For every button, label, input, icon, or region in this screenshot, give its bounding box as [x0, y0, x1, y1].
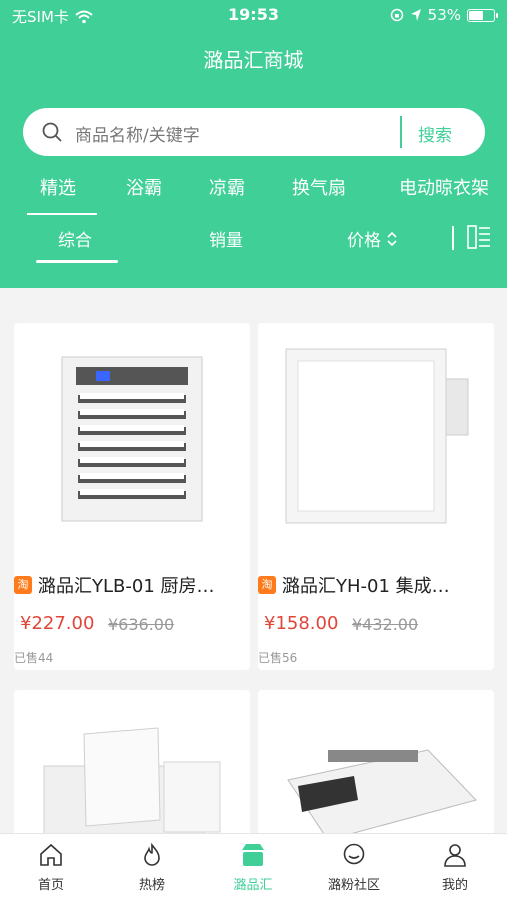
sort-comprehensive[interactable]: 综合 [58, 226, 92, 251]
tab-hot-label: 热榜 [138, 878, 165, 893]
tab-community-label: 潞粉社区 [327, 878, 380, 893]
battery-percent: 53% [427, 6, 461, 24]
list-layout-icon[interactable] [466, 224, 492, 250]
search-icon [42, 122, 62, 142]
product-name: 潞品汇YLB-01 厨房… [38, 576, 215, 597]
search-divider [400, 116, 402, 148]
tab-home[interactable]: 首页 [6, 842, 96, 893]
tab-store[interactable]: 潞品汇 [208, 842, 298, 893]
tab-profile-label: 我的 [441, 878, 468, 893]
product-sold-count: 已售44 [14, 651, 54, 665]
lock-rotation-icon [390, 8, 403, 22]
tab-community[interactable]: 潞粉社区 [309, 842, 399, 893]
search-bar[interactable]: 商品名称/关键字 搜索 [23, 108, 485, 156]
battery-icon [467, 8, 498, 22]
product-original-price: ¥432.00 [352, 615, 419, 634]
category-tabs: 精选 浴霸 凉霸 换气扇 电动晾衣架 [0, 174, 507, 204]
search-button[interactable]: 搜索 [418, 121, 452, 146]
product-image [14, 323, 250, 559]
product-card[interactable]: 淘 潞品汇YH-01 集成… ¥158.00 ¥432.00 已售56 [258, 323, 494, 670]
category-tab-cooler[interactable]: 凉霸 [209, 174, 245, 200]
bottom-tab-bar: 首页 热榜 潞品汇 潞粉社区 我的 [0, 833, 507, 900]
sort-active-indicator [36, 260, 118, 263]
chat-icon [343, 843, 365, 865]
product-price: ¥158.00 [264, 613, 339, 634]
sort-sales[interactable]: 销量 [209, 226, 243, 251]
product-sold-count: 已售56 [258, 651, 298, 665]
sort-price-label: 价格 [347, 231, 381, 251]
product-image [258, 323, 494, 559]
product-name: 潞品汇YH-01 集成… [282, 576, 450, 597]
product-card[interactable]: 淘 潞品汇YLB-01 厨房… ¥227.00 ¥636.00 已售44 [14, 323, 250, 670]
sort-price[interactable]: 价格 [347, 226, 399, 251]
tab-store-label: 潞品汇 [233, 878, 273, 893]
category-tab-featured[interactable]: 精选 [40, 174, 76, 200]
tab-home-label: 首页 [37, 878, 64, 893]
category-tab-exhaust-fan[interactable]: 换气扇 [292, 174, 346, 200]
taobao-badge-icon: 淘 [14, 576, 32, 594]
search-input[interactable]: 商品名称/关键字 [75, 121, 200, 146]
status-bar: 无SIM卡 19:53 53% [0, 0, 507, 32]
location-arrow-icon [410, 9, 421, 21]
user-icon [444, 844, 466, 867]
tab-hot[interactable]: 热榜 [107, 842, 197, 893]
product-original-price: ¥636.00 [108, 615, 175, 634]
tab-profile[interactable]: 我的 [410, 842, 500, 893]
store-icon [242, 844, 264, 866]
home-icon [40, 843, 62, 866]
category-tab-clothes-rack[interactable]: 电动晾衣架 [399, 174, 489, 200]
chevron-updown-icon [387, 231, 397, 246]
product-price: ¥227.00 [20, 613, 95, 634]
header: 无SIM卡 19:53 53% 潞品汇商城 商品名称/关键字 搜索 精选 浴霸 … [0, 0, 507, 288]
page-title: 潞品汇商城 [203, 48, 304, 72]
fire-icon [144, 842, 160, 866]
category-tab-bath-heater[interactable]: 浴霸 [126, 174, 162, 200]
category-tab-indicator [27, 213, 97, 215]
sort-bar: 综合 销量 价格 [0, 224, 507, 264]
taobao-badge-icon: 淘 [258, 576, 276, 594]
sort-divider [452, 226, 454, 250]
